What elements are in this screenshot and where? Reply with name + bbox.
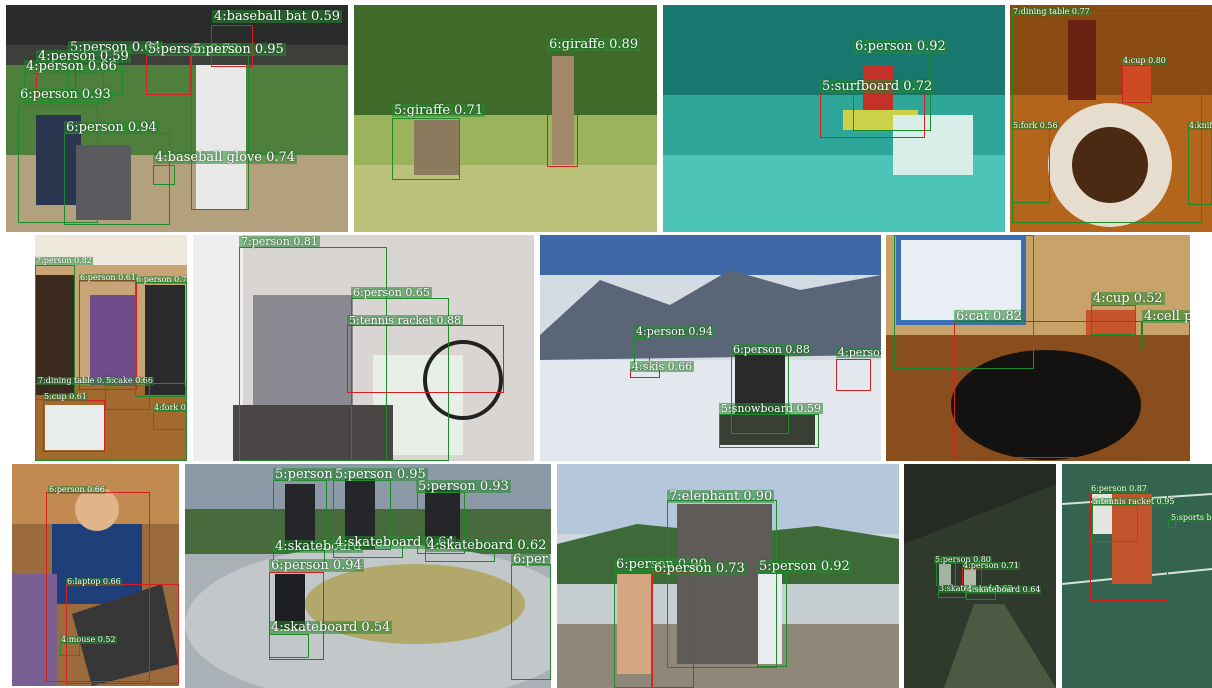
bbox bbox=[79, 280, 137, 390]
detection-label: 6:person 0.93 bbox=[18, 87, 113, 102]
bbox bbox=[511, 564, 551, 680]
bbox bbox=[60, 642, 80, 656]
detection-label: 5:person 0.95 bbox=[191, 42, 286, 57]
detection-label: 4:skateboard 0.64 bbox=[966, 585, 1042, 594]
detection-label: 6:person 0.66 bbox=[48, 485, 106, 494]
bbox bbox=[652, 572, 694, 688]
bbox bbox=[836, 359, 871, 391]
bbox bbox=[347, 325, 504, 393]
detection-label: 5:fork 0.56 bbox=[1012, 121, 1059, 130]
bbox bbox=[936, 562, 956, 586]
detection-label: 5:cup 0.61 bbox=[43, 392, 88, 401]
bbox bbox=[153, 410, 187, 430]
detection-label: 4:person bbox=[836, 347, 881, 358]
detection-label: 4:knife bbox=[1188, 122, 1212, 130]
detection-label: 6:person 0.87 bbox=[1090, 484, 1148, 493]
bbox bbox=[1091, 305, 1136, 335]
detection-label: 6:person 0.94 bbox=[269, 558, 364, 573]
detection-label: 5:sports ba bbox=[1170, 514, 1212, 522]
tile-night-skate: 5:person 0.80 4:person 0.71 3:skateboard… bbox=[904, 464, 1056, 688]
tile-baseball: 4:baseball bat 0.59 5:person 0.64 5:pers… bbox=[6, 5, 348, 232]
tile-tennis-wheelchair: 7:person 0.81 6:person 0.65 5:tennis rac… bbox=[193, 235, 534, 461]
tile-kitchen: 7:person 0.82 6:person 0.61 6:person 0.7… bbox=[35, 235, 187, 461]
tile-surfer: 6:person 0.92 5:surfboard 0.72 bbox=[663, 5, 1005, 232]
detection-label: 6:person 0.73 bbox=[652, 561, 747, 576]
detection-label: 4:baseball bat 0.59 bbox=[212, 9, 342, 24]
tile-elephant: 7:elephant 0.90 6:person 0.90 6:person 0… bbox=[557, 464, 899, 688]
bbox bbox=[757, 572, 787, 667]
detection-label: 6:laptop 0.66 bbox=[66, 577, 122, 586]
detection-label: 5:giraffe 0.71 bbox=[392, 103, 486, 118]
tile-giraffes: 6:giraffe 0.89 5:giraffe 0.71 bbox=[354, 5, 657, 232]
bbox bbox=[66, 584, 179, 684]
detection-label: 6:person 0.65 bbox=[351, 286, 432, 299]
detection-label: 7:dining table 0.77 bbox=[1012, 7, 1091, 16]
bbox bbox=[1122, 65, 1152, 103]
detection-label: 5:tennis racket 0.95 bbox=[1092, 497, 1176, 506]
detection-label: 5:snowboard 0.59 bbox=[719, 402, 823, 415]
bbox bbox=[105, 385, 150, 410]
snow-photo bbox=[540, 235, 881, 461]
detection-label: 5:tennis racket 0.88 bbox=[347, 314, 464, 327]
detection-label: 7:person 0.82 bbox=[35, 256, 93, 265]
bbox bbox=[1012, 125, 1050, 203]
tile-tennis-court: 6:person 0.87 5:tennis racket 0.95 5:spo… bbox=[1062, 464, 1212, 688]
detection-label: 6:person 0.74 bbox=[135, 276, 187, 284]
detection-label: 4:skateboard 0.62 bbox=[425, 538, 549, 553]
tile-snow: 4:person 0.94 4:skis 0.66 6:person 0.88 … bbox=[540, 235, 881, 461]
bbox bbox=[954, 321, 1142, 458]
tile-dinner: 7:dining table 0.77 4:cup 0.80 5:fork 0.… bbox=[1010, 5, 1212, 232]
tile-skatepark: 5:person 5:person 0.95 5:person 0.93 4:s… bbox=[185, 464, 551, 688]
detection-label: 5:surfboard 0.72 bbox=[820, 79, 935, 94]
bbox bbox=[614, 572, 652, 688]
bbox bbox=[547, 55, 578, 167]
detection-label: 4:skateboard 0.54 bbox=[269, 620, 393, 635]
detection-label: 4:cup 0.80 bbox=[1122, 56, 1167, 65]
bbox bbox=[820, 93, 925, 138]
detection-label: 5:person 0.93 bbox=[416, 479, 511, 494]
detection-label: 6:person 0.61 bbox=[79, 273, 137, 282]
detection-label: 6:person 0.88 bbox=[731, 343, 812, 356]
detection-label: 6:per bbox=[511, 552, 550, 567]
bbox bbox=[191, 55, 249, 210]
detection-label: 4:person 0.71 bbox=[962, 561, 1020, 570]
detection-label: 6:cat 0.82 bbox=[954, 309, 1024, 324]
detection-label: 6:person 0.92 bbox=[853, 39, 948, 54]
detection-label: 5:person bbox=[273, 467, 335, 482]
detection-label: 6:giraffe 0.89 bbox=[547, 37, 641, 52]
bbox bbox=[1142, 320, 1190, 350]
detection-label: 7:person 0.81 bbox=[239, 235, 320, 248]
detection-label: 5:person 0.95 bbox=[333, 467, 428, 482]
detection-label: 6:person 0.94 bbox=[64, 120, 159, 135]
tile-cat-laptop: 6:cat 0.82 4:cup 0.52 4:cell ph bbox=[886, 235, 1190, 461]
detection-label: 7:dining table 0.78 bbox=[37, 376, 116, 385]
detection-label: 4:mouse 0.52 bbox=[60, 635, 117, 644]
detection-label: 4:fork 0.6 bbox=[153, 404, 187, 412]
bbox bbox=[269, 634, 309, 658]
detection-label: 4:person 0.66 bbox=[24, 59, 119, 74]
detection-label: 4:cup 0.52 bbox=[1091, 291, 1165, 306]
detection-label: 4:skis 0.66 bbox=[630, 360, 695, 373]
tile-girl-laptop: 6:person 0.66 6:laptop 0.66 4:mouse 0.52 bbox=[12, 464, 179, 686]
bbox bbox=[1092, 504, 1138, 542]
detection-label: 4:person 0.94 bbox=[634, 325, 715, 338]
bbox bbox=[43, 400, 105, 452]
bbox bbox=[146, 55, 191, 95]
bbox bbox=[392, 118, 460, 180]
bbox bbox=[153, 165, 175, 185]
detection-label: 5:cake 0.66 bbox=[105, 376, 154, 385]
detection-label: 5:person 0.92 bbox=[757, 559, 852, 574]
detection-label: 4:baseball glove 0.74 bbox=[153, 150, 298, 165]
detection-label: 7:elephant 0.90 bbox=[667, 489, 775, 504]
bbox bbox=[1188, 125, 1212, 205]
detection-label: 4:cell ph bbox=[1142, 310, 1190, 323]
bbox bbox=[719, 414, 819, 448]
